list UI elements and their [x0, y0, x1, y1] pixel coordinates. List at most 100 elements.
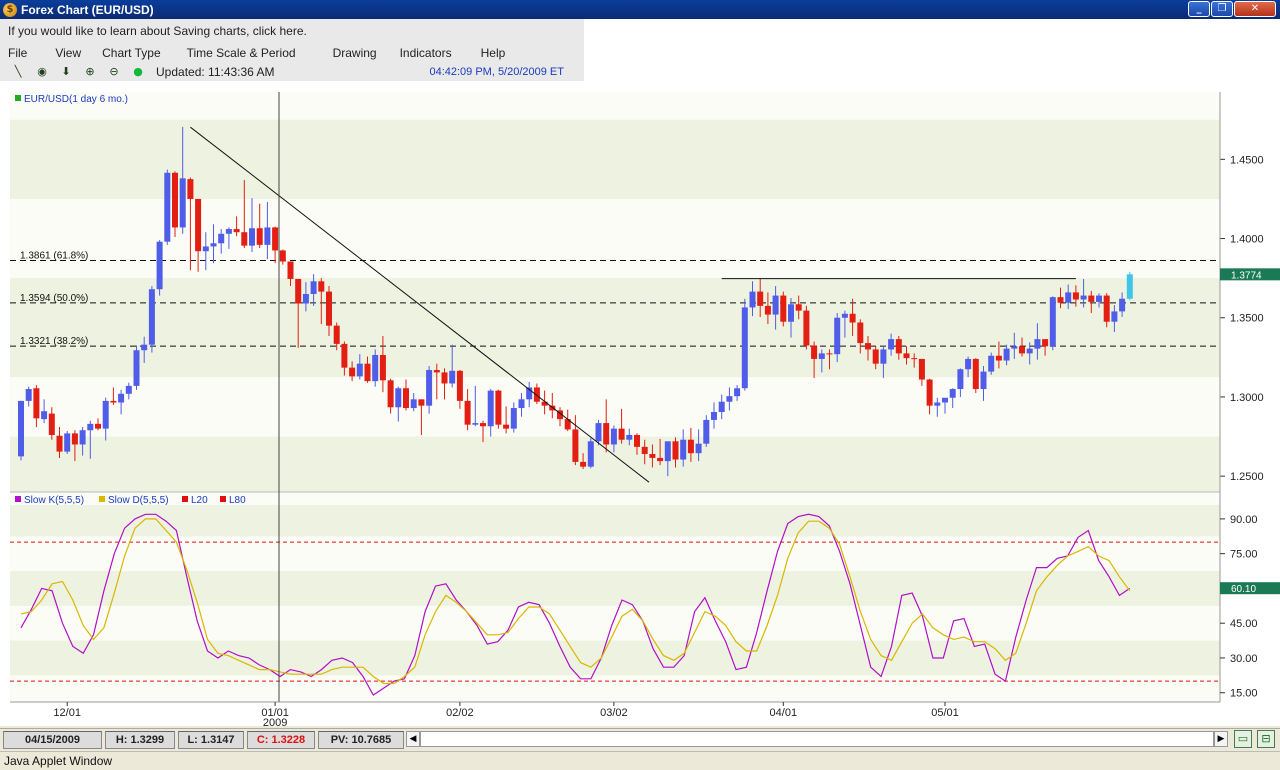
- menu-bar: File View Chart Type Time Scale & Period…: [0, 44, 584, 62]
- status-date: 04/15/2009: [3, 730, 102, 749]
- forex-chart[interactable]: 1.3861 (61.8%) 1.3594 (50.0%) 1.3321 (38.2…: [0, 81, 1280, 729]
- candle-body: [172, 172, 178, 228]
- status-high: H: 1.3299: [105, 730, 175, 749]
- menu-time-scale-period[interactable]: Time Scale & Period: [187, 44, 296, 62]
- candle-body: [803, 310, 810, 346]
- candle-body: [202, 246, 209, 252]
- candle: [587, 438, 594, 469]
- candle-body: [310, 281, 317, 294]
- menu-help[interactable]: Help: [481, 44, 506, 62]
- oscillator-tick-label: 45.00: [1230, 618, 1258, 630]
- candle-body: [364, 363, 371, 382]
- last-oscillator-tag: 60.10: [1220, 582, 1280, 595]
- candle-body: [865, 343, 871, 350]
- price-tick-label: 1.3500: [1230, 313, 1264, 325]
- candle-body: [1034, 339, 1041, 349]
- candle-body: [110, 400, 117, 403]
- oscillator-band: [10, 640, 1220, 676]
- candle-body: [926, 379, 933, 406]
- horizontal-scrollbar[interactable]: [420, 731, 1214, 747]
- candle-body: [503, 424, 510, 429]
- candle-body: [672, 441, 679, 460]
- candle-body: [995, 355, 1002, 361]
- minimize-button[interactable]: _: [1188, 1, 1210, 17]
- candle-body: [795, 304, 802, 311]
- candle: [803, 305, 810, 350]
- candle-body: [980, 371, 987, 390]
- last-price-tag: 1.3774: [1220, 268, 1280, 281]
- date-tick-year: 2009: [263, 717, 287, 726]
- legend-swatch-slow-k: [15, 496, 21, 502]
- single-pane-icon[interactable]: ▭: [1234, 730, 1252, 748]
- last-oscillator-label: 60.10: [1231, 584, 1256, 595]
- oscillator-band: [10, 505, 1220, 537]
- candle: [372, 349, 379, 387]
- close-button[interactable]: ✕: [1234, 1, 1276, 17]
- candle-body: [133, 350, 140, 386]
- menu-chart-type[interactable]: Chart Type: [102, 44, 160, 62]
- candle-body: [102, 400, 109, 429]
- scroll-right-button[interactable]: ▶: [1214, 731, 1228, 747]
- candle-body: [1026, 348, 1033, 354]
- candle-body: [811, 345, 818, 359]
- candle-body: [603, 423, 610, 445]
- candle-body: [641, 446, 648, 454]
- candle-body: [533, 387, 540, 402]
- candle-body: [302, 293, 309, 304]
- updated-time: Updated: 11:43:36 AM: [156, 65, 275, 79]
- candle-body: [1088, 295, 1095, 302]
- split-pane-icon[interactable]: ⊟: [1257, 730, 1275, 748]
- candle-body: [95, 423, 101, 429]
- candle-body: [610, 428, 617, 445]
- draw-line-icon[interactable]: ╲: [6, 64, 30, 80]
- candle-body: [87, 423, 94, 431]
- candle-body: [1126, 274, 1133, 299]
- candle-body: [395, 388, 402, 408]
- price-legend: EUR/USD(1 day 6 mo.): [24, 94, 128, 105]
- candle-body: [195, 198, 202, 252]
- candle-body: [387, 380, 394, 408]
- candle-body: [326, 291, 332, 326]
- price-tick-label: 1.4000: [1230, 234, 1264, 246]
- last-price-label: 1.3774: [1231, 270, 1262, 281]
- menu-drawing[interactable]: Drawing: [333, 44, 377, 62]
- candle-body: [711, 412, 717, 420]
- zoom-in-icon[interactable]: ⊕: [78, 64, 102, 80]
- candle-body: [764, 305, 771, 315]
- menu-file[interactable]: File: [8, 44, 27, 62]
- zoom-out-icon[interactable]: ⊖: [102, 64, 126, 80]
- candle-body: [634, 434, 640, 447]
- candle-body: [18, 400, 24, 457]
- candle-body: [41, 411, 48, 420]
- fib-level-label: 1.3321 (38.2%): [20, 336, 88, 347]
- candle-body: [1003, 348, 1010, 361]
- legend-swatch-l80: [220, 496, 226, 502]
- menu-indicators[interactable]: Indicators: [400, 44, 452, 62]
- candle-body: [826, 353, 833, 355]
- menu-view[interactable]: View: [55, 44, 81, 62]
- arrow-down-icon[interactable]: ⬇: [54, 64, 78, 80]
- oscillator-tick-label: 75.00: [1230, 549, 1258, 561]
- candle-body: [880, 349, 887, 364]
- candle-body: [472, 423, 479, 425]
- candle-body: [187, 179, 194, 199]
- crosshair-icon[interactable]: ◉: [30, 64, 54, 80]
- restore-button[interactable]: ❐: [1211, 1, 1233, 17]
- candle-body: [572, 429, 579, 462]
- legend-swatch-l20: [182, 496, 188, 502]
- scroll-left-button[interactable]: ◀: [406, 731, 420, 747]
- price-tick-label: 1.3000: [1230, 392, 1264, 404]
- candle-body: [626, 434, 633, 440]
- candle-body: [972, 358, 979, 390]
- candle-body: [726, 396, 733, 402]
- candle-body: [349, 367, 356, 377]
- candle-body: [495, 390, 502, 425]
- legend-slow-d: Slow D(5,5,5): [108, 495, 169, 506]
- price-band: [10, 436, 1220, 492]
- candle-body: [1119, 298, 1126, 312]
- candle-body: [618, 428, 625, 440]
- candle-body: [264, 227, 271, 245]
- candle-body: [1065, 292, 1072, 303]
- candle-body: [788, 304, 794, 322]
- saving-charts-link[interactable]: If you would like to learn about Saving …: [0, 21, 584, 41]
